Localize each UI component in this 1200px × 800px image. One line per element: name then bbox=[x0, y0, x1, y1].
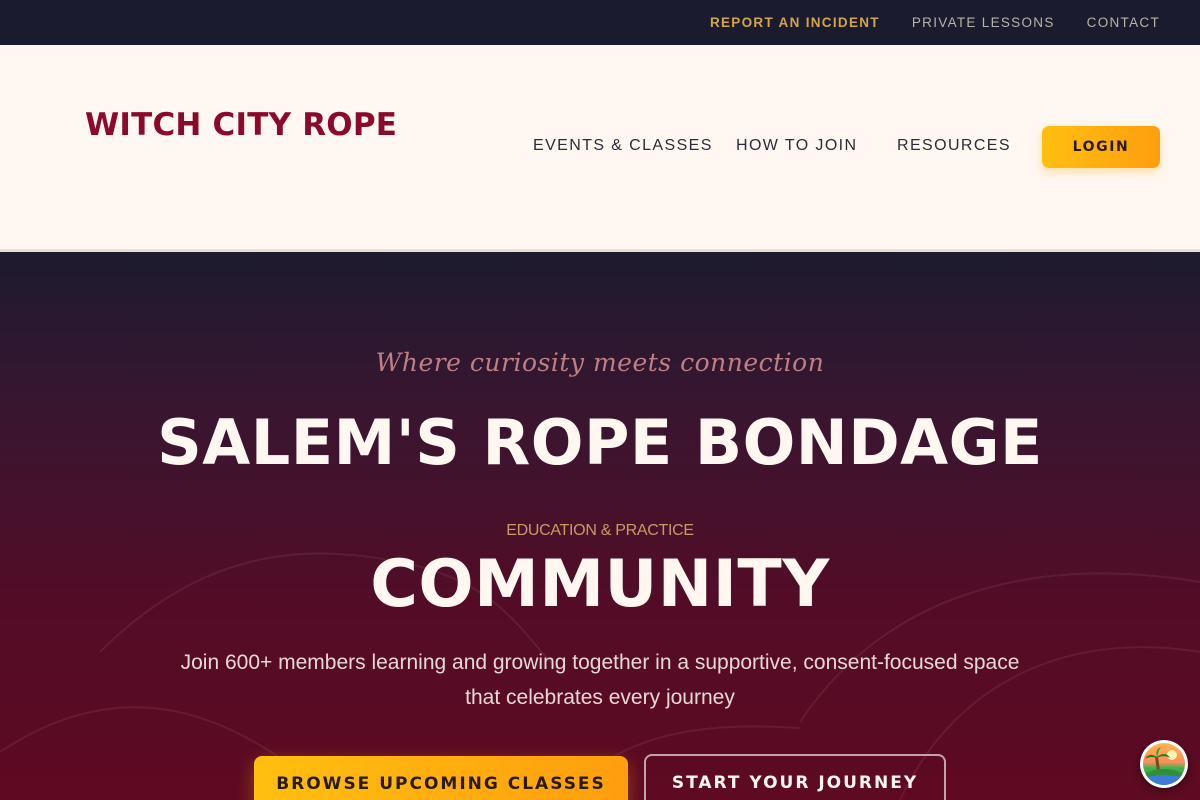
main-header: WITCH CITY ROPE EVENTS & CLASSES HOW TO … bbox=[0, 45, 1200, 249]
hero-headline-community: COMMUNITY bbox=[370, 547, 830, 622]
hero-eyebrow: EDUCATION & PRACTICE bbox=[506, 522, 694, 539]
nav-resources[interactable]: RESOURCES bbox=[897, 137, 1011, 155]
floating-avatar-button[interactable] bbox=[1140, 740, 1188, 788]
hero-description: Join 600+ members learning and growing t… bbox=[180, 651, 1020, 709]
hero-section: Where curiosity meets connection SALEM'S… bbox=[0, 252, 1200, 800]
nav-how-to-join[interactable]: HOW TO JOIN bbox=[736, 137, 857, 155]
main-nav: EVENTS & CLASSES HOW TO JOIN RESOURCES L… bbox=[0, 126, 1200, 168]
island-avatar-icon bbox=[1143, 743, 1185, 785]
start-journey-button[interactable]: START YOUR JOURNEY bbox=[644, 754, 946, 800]
nav-events-classes[interactable]: EVENTS & CLASSES bbox=[533, 137, 713, 155]
contact-link[interactable]: CONTACT bbox=[1087, 15, 1160, 30]
hero-tagline: Where curiosity meets connection bbox=[375, 348, 825, 377]
report-incident-link[interactable]: REPORT AN INCIDENT bbox=[710, 15, 880, 30]
browse-classes-button[interactable]: BROWSE UPCOMING CLASSES bbox=[254, 756, 628, 800]
utility-bar: REPORT AN INCIDENT PRIVATE LESSONS CONTA… bbox=[0, 0, 1200, 45]
hero-headline: SALEM'S ROPE BONDAGE bbox=[157, 406, 1043, 479]
login-button[interactable]: LOGIN bbox=[1042, 126, 1160, 168]
private-lessons-link[interactable]: PRIVATE LESSONS bbox=[912, 15, 1055, 30]
